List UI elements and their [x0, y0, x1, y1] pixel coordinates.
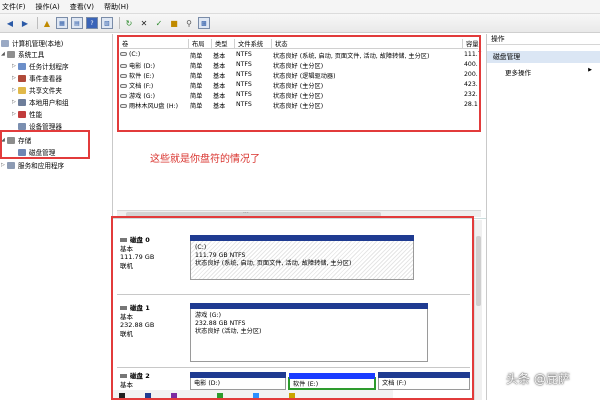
tree-node-label: 任务计划程序: [29, 63, 69, 71]
event-log-icon: [18, 74, 26, 82]
watermark: 头条 @屁萨: [506, 372, 570, 386]
tree-node-event-viewer[interactable]: ▷ 事件查看器: [12, 73, 62, 83]
tree-node-performance[interactable]: ▷ 性能: [12, 109, 42, 119]
show-hide-tree-icon[interactable]: ▦: [56, 17, 68, 29]
tree-node-services[interactable]: ▷ 服务和应用程序: [1, 160, 64, 170]
chevron-right-icon: ▶: [588, 67, 592, 73]
scrollbar-thumb[interactable]: [476, 236, 481, 306]
tools-icon: [7, 50, 15, 58]
computer-icon: [1, 39, 9, 47]
back-arrow-icon[interactable]: ◀: [4, 17, 16, 29]
menu-bar: 文件(F) 操作(A) 查看(V) 帮助(H): [0, 0, 600, 14]
tree-node-label: 系统工具: [18, 51, 45, 59]
tree-node-label: 计算机管理(本地): [12, 40, 64, 48]
more-actions-item[interactable]: 更多操作 ▶: [487, 67, 600, 77]
check-icon[interactable]: ✓: [153, 17, 165, 29]
properties-icon[interactable]: ▤: [71, 17, 83, 29]
delete-icon[interactable]: ✕: [138, 17, 150, 29]
tree-node-label: 事件查看器: [29, 75, 62, 83]
toolbar: ◀ ▶ ▲ ▦ ▤ ? ▧ ↻ ✕ ✓ ■ ⚲ ▩: [0, 14, 600, 33]
tree-node-label: 共享文件夹: [29, 87, 62, 95]
toolbar-divider: [119, 17, 120, 29]
actions-section-disk-management[interactable]: 磁盘管理: [487, 51, 600, 63]
open-folder-icon[interactable]: ■: [168, 17, 180, 29]
refresh-icon[interactable]: ↻: [123, 17, 135, 29]
disk-pane-highlight-box: [111, 216, 474, 400]
actions-panel: 操作 磁盘管理 更多操作 ▶: [486, 34, 600, 400]
vertical-scrollbar[interactable]: [474, 220, 482, 400]
up-folder-icon[interactable]: ▲: [41, 17, 53, 29]
help-icon[interactable]: ?: [86, 17, 98, 29]
device-manager-icon: [18, 122, 26, 130]
menu-file[interactable]: 文件(F): [2, 2, 26, 12]
tree-node-label: 服务和应用程序: [18, 162, 65, 170]
performance-icon: [18, 110, 26, 118]
tree-node-task-scheduler[interactable]: ▷ 任务计划程序: [12, 61, 69, 71]
volume-list-highlight-box: [117, 35, 481, 132]
tree-node-label: 本地用户和组: [29, 99, 69, 107]
disk-view-icon[interactable]: ▩: [198, 17, 210, 29]
menu-action[interactable]: 操作(A): [36, 2, 60, 12]
menu-view[interactable]: 查看(V): [70, 2, 94, 12]
toolbar-divider: [37, 17, 38, 29]
tree-node-system-tools[interactable]: ◢ 系统工具: [1, 49, 44, 59]
forward-arrow-icon[interactable]: ▶: [19, 17, 31, 29]
storage-highlight-box: [0, 130, 90, 159]
tree-node-shared-folders[interactable]: ▷ 共享文件夹: [12, 85, 62, 95]
navigation-tree: 计算机管理(本地) ◢ 系统工具 ▷ 任务计划程序 ▷ 事件查看器 ▷ 共享文件…: [0, 34, 113, 400]
show-hide-action-pane-icon[interactable]: ▧: [101, 17, 113, 29]
services-icon: [7, 161, 15, 169]
shared-folder-icon: [18, 86, 26, 94]
tree-node-root[interactable]: 计算机管理(本地): [1, 38, 63, 48]
scrollbar-grip: ...: [243, 208, 249, 215]
more-actions-label: 更多操作: [505, 69, 531, 77]
tree-node-local-users[interactable]: ▷ 本地用户和组: [12, 97, 69, 107]
clock-icon: [18, 62, 26, 70]
actions-title: 操作: [487, 34, 600, 45]
users-icon: [18, 98, 26, 106]
menu-help[interactable]: 帮助(H): [104, 2, 129, 12]
annotation-text: 这些就是你盘符的情况了: [150, 154, 260, 165]
search-icon[interactable]: ⚲: [183, 17, 195, 29]
tree-node-label: 性能: [29, 111, 43, 119]
